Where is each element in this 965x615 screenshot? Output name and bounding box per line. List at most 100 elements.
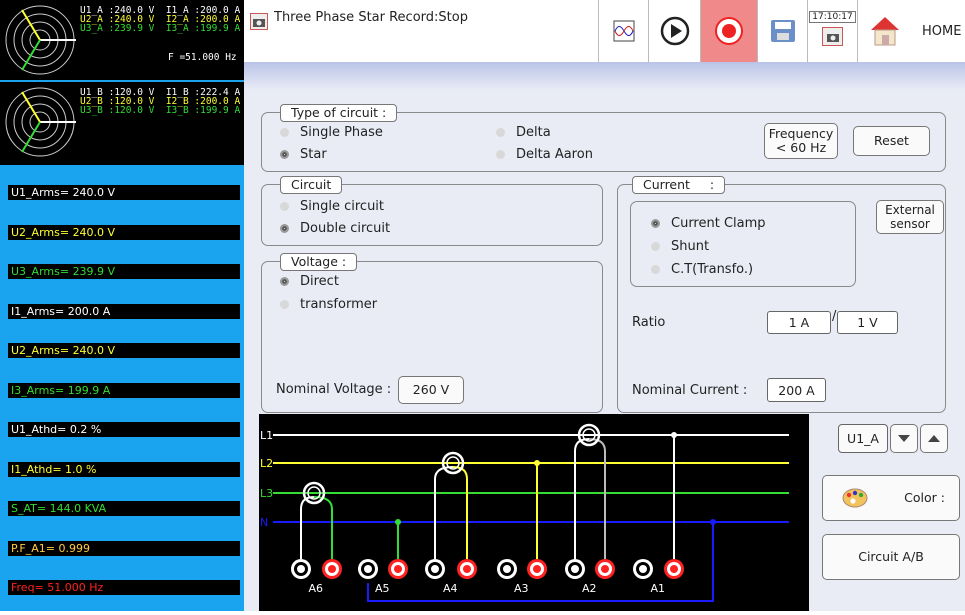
radio-transformer[interactable]: transformer	[280, 297, 377, 312]
junction-dot	[671, 432, 677, 438]
terminal-black-core	[571, 565, 579, 573]
measurement-panel: U1_A :240.0 V I1_A :200.0 A U2_A :240.0 …	[0, 0, 244, 611]
waveform-button[interactable]	[598, 0, 648, 62]
radio-direct[interactable]: Direct	[280, 274, 339, 289]
phasor-b-row-3: U3_B :120.0 V I3_B :199.9 A	[80, 105, 241, 116]
terminal-red-core	[463, 565, 471, 573]
radio-label: Current Clamp	[671, 216, 766, 231]
radio-label: Star	[300, 147, 327, 162]
radio-current-clamp[interactable]: Current Clamp	[651, 216, 766, 231]
nominal-current-label: Nominal Current :	[632, 383, 748, 398]
clock-time: 17:10:17	[809, 11, 856, 23]
terminal-label: A1	[651, 582, 666, 595]
ratio-primary-field[interactable]: 1 A	[767, 311, 831, 334]
record-button[interactable]	[700, 0, 757, 62]
radio-star[interactable]: Star	[280, 147, 327, 162]
radio-single-circuit[interactable]: Single circuit	[280, 199, 384, 214]
circuit-ab-button[interactable]: Circuit A/B	[822, 534, 960, 580]
radio-single-phase[interactable]: Single Phase	[280, 125, 383, 140]
home-icon	[871, 17, 899, 46]
reset-button[interactable]: Reset	[853, 126, 930, 156]
junction-dot	[710, 519, 716, 525]
palette-icon	[842, 488, 868, 508]
type-of-circuit-group: Type of circuit : Single Phase Star Delt…	[261, 104, 946, 172]
triangle-up-icon	[928, 434, 940, 442]
radio-label: Single circuit	[300, 199, 385, 214]
line-label: N	[260, 516, 268, 529]
panel-divider	[0, 162, 244, 165]
junction-dot	[395, 519, 401, 525]
radio-label: Shunt	[671, 239, 710, 254]
radio-ct-transfo[interactable]: C.T(Transfo.)	[651, 262, 753, 277]
terminal-black-core	[431, 565, 439, 573]
play-button[interactable]	[648, 0, 700, 62]
save-button[interactable]	[757, 0, 807, 62]
play-icon	[660, 16, 689, 46]
screenshot-icon[interactable]	[250, 13, 268, 30]
terminal-black-core	[503, 565, 511, 573]
triangle-down-icon	[898, 434, 910, 442]
radio-dot	[280, 224, 289, 233]
measurement-row: Freq= 51.000 Hz	[8, 580, 240, 595]
terminal-label: A5	[375, 582, 390, 595]
probe-wire-right	[313, 496, 333, 559]
terminal-red-core	[670, 565, 678, 573]
current-group: Current : Current Clamp Shunt C.T(Transf…	[617, 176, 946, 413]
phasor-a-frequency: F =51.000 Hz	[168, 52, 237, 63]
terminal-label: A2	[582, 582, 597, 595]
radio-dot	[651, 219, 660, 228]
ratio-secondary-field[interactable]: 1 V	[837, 311, 898, 334]
radio-dot	[496, 128, 505, 137]
radio-shunt[interactable]: Shunt	[651, 239, 709, 254]
measurement-row: S_AT= 144.0 KVA	[8, 501, 240, 516]
voltage-group: Voltage : Direct transformer Nominal Vol…	[261, 253, 603, 413]
frequency-button[interactable]: Frequency < 60 Hz	[764, 123, 838, 159]
screenshot-small-icon	[822, 27, 843, 46]
line-label: L3	[260, 487, 273, 500]
measurement-row: U1_Arms= 240.0 V	[8, 185, 240, 200]
radio-dot	[280, 128, 289, 137]
terminal-red-core	[394, 565, 402, 573]
radio-label: Single Phase	[300, 125, 383, 140]
waveform-icon	[613, 20, 634, 42]
radio-dot	[280, 202, 289, 211]
phasor-diagram-b[interactable]: U1_B :120.0 V I1_B :222.4 A U2_B :120.0 …	[0, 82, 244, 162]
channel-up-button[interactable]	[920, 424, 948, 453]
circuit-group: Circuit Single circuit Double circuit	[261, 176, 603, 246]
measurement-row: I3_Arms= 199.9 A	[8, 382, 240, 398]
color-button[interactable]: Color :	[822, 475, 960, 521]
phasor-diagram-a[interactable]: U1_A :240.0 V I1_A :200.0 A U2_A :240.0 …	[0, 0, 244, 80]
circuit-legend: Circuit	[280, 176, 343, 194]
top-bar: Three Phase Star Record:Stop 17:10:17 HO…	[244, 0, 965, 62]
current-legend: Current :	[632, 176, 726, 194]
probe-wire-right	[588, 438, 606, 559]
radio-double-circuit[interactable]: Double circuit	[280, 221, 390, 236]
junction-dot	[534, 460, 540, 466]
radio-label: Delta	[516, 125, 551, 140]
measurement-row: U2_Arms= 240.0 V	[8, 224, 240, 240]
page-title: Three Phase Star Record:Stop	[274, 10, 468, 25]
nominal-current-field[interactable]: 200 A	[767, 378, 826, 402]
radio-delta[interactable]: Delta	[496, 125, 551, 140]
radio-dot	[651, 242, 660, 251]
radio-label: Delta Aaron	[516, 147, 593, 162]
current-sensor-subgroup: Current Clamp Shunt C.T(Transfo.)	[630, 201, 856, 287]
radio-delta-aaron[interactable]: Delta Aaron	[496, 147, 593, 162]
clock-screenshot-button[interactable]: 17:10:17	[807, 0, 857, 62]
terminal-label: A6	[309, 582, 324, 595]
header-gradient-bar	[244, 62, 965, 90]
channel-select[interactable]: U1_A	[838, 424, 888, 453]
nominal-voltage-button[interactable]: 260 V	[398, 376, 464, 404]
measurement-row: U1_Athd= 0.2 %	[8, 422, 240, 437]
channel-down-button[interactable]	[890, 424, 918, 453]
radio-dot	[651, 265, 660, 274]
radio-label: C.T(Transfo.)	[671, 262, 754, 277]
measurement-row: I1_Arms= 200.0 A	[8, 303, 240, 319]
probe-wire-right	[452, 466, 468, 559]
external-sensor-button[interactable]: External sensor	[876, 200, 944, 234]
home-button[interactable]: HOME	[857, 0, 965, 62]
color-button-label: Color :	[904, 490, 945, 505]
record-icon	[715, 17, 743, 45]
measurement-row: U2_Arms= 240.0 V	[8, 343, 240, 358]
wiring-diagram: L1 L2 L3 N A6 A5 A4 A3 A2 A1	[259, 414, 809, 611]
